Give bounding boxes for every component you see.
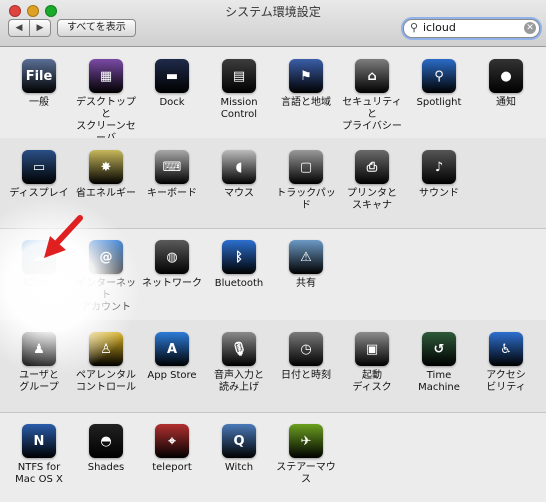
system-preferences-window: システム環境設定 ◀ ▶ すべてを表示 ⚲ icloud ✕ File 一般 ▦ デス…	[0, 0, 546, 502]
red-arrow-icon	[44, 215, 83, 258]
